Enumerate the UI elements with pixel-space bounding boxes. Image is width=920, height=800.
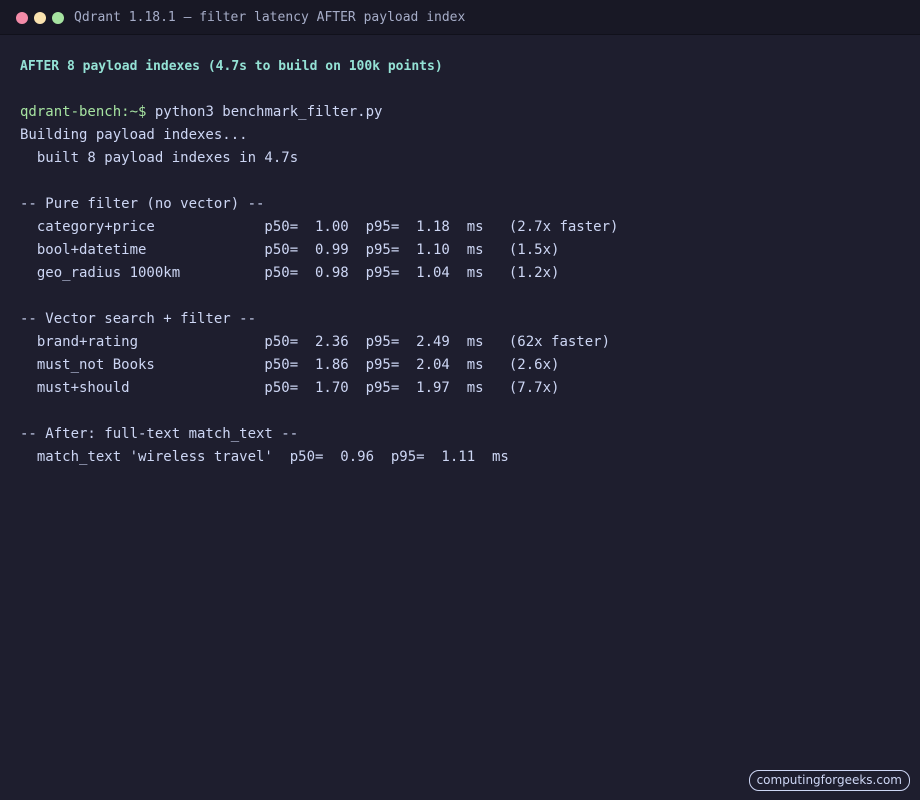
output-line: built 8 payload indexes in 4.7s	[20, 150, 299, 166]
section-header: -- Vector search + filter --	[20, 311, 257, 327]
result-row: match_text 'wireless travel' p50= 0.96 p…	[20, 449, 509, 465]
shell-prompt: qdrant-bench:~$	[20, 104, 147, 120]
title-bar: Qdrant 1.18.1 — filter latency AFTER pay…	[0, 0, 920, 35]
output-line: Building payload indexes...	[20, 127, 248, 143]
shell-command: python3 benchmark_filter.py	[146, 104, 383, 120]
benchmark-headline: AFTER 8 payload indexes (4.7s to build o…	[20, 59, 443, 74]
result-row: bool+datetime p50= 0.99 p95= 1.10 ms (1.…	[20, 242, 560, 258]
terminal-window: Qdrant 1.18.1 — filter latency AFTER pay…	[0, 0, 920, 800]
command-line: qdrant-bench:~$ python3 benchmark_filter…	[20, 101, 900, 124]
section-header: -- Pure filter (no vector) --	[20, 196, 265, 212]
section-header: -- After: full-text match_text --	[20, 426, 299, 442]
result-row: must+should p50= 1.70 p95= 1.97 ms (7.7x…	[20, 380, 560, 396]
result-row: geo_radius 1000km p50= 0.98 p95= 1.04 ms…	[20, 265, 560, 281]
maximize-window-button[interactable]	[52, 12, 64, 24]
site-watermark: computingforgeeks.com	[748, 770, 910, 791]
result-row: category+price p50= 1.00 p95= 1.18 ms (2…	[20, 219, 619, 235]
window-title: Qdrant 1.18.1 — filter latency AFTER pay…	[74, 10, 466, 25]
terminal-output[interactable]: AFTER 8 payload indexes (4.7s to build o…	[20, 55, 900, 469]
minimize-window-button[interactable]	[34, 12, 46, 24]
close-window-button[interactable]	[16, 12, 28, 24]
result-row: brand+rating p50= 2.36 p95= 2.49 ms (62x…	[20, 334, 611, 350]
result-row: must_not Books p50= 1.86 p95= 2.04 ms (2…	[20, 357, 560, 373]
